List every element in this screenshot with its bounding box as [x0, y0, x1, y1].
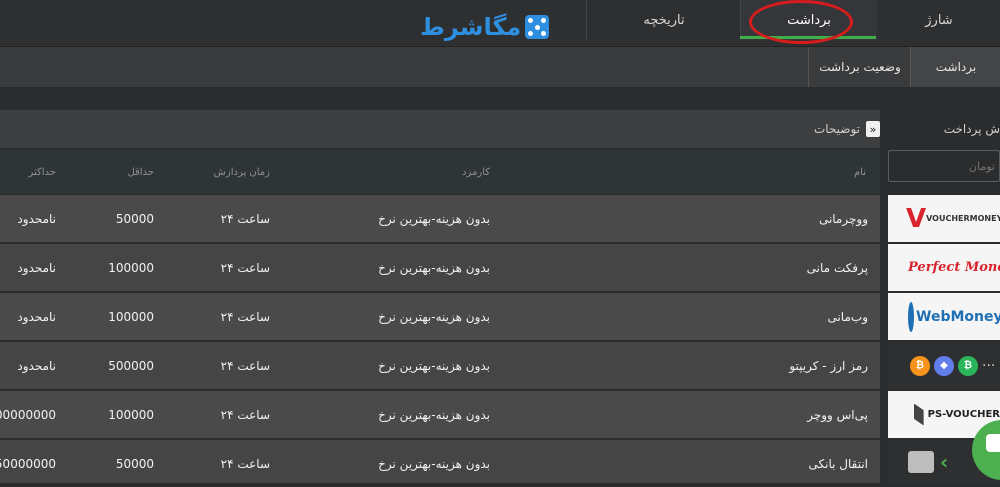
row-max: 50000000	[0, 456, 56, 471]
description-label: توضیحات	[813, 122, 860, 136]
dice-icon	[525, 15, 550, 39]
globe-icon	[908, 301, 914, 332]
row-max: نامحدود	[17, 309, 56, 324]
header-min: حداقل	[127, 166, 154, 178]
row-max: نامحدود	[17, 260, 56, 275]
header-max: حداکثر	[28, 166, 56, 178]
row-time: ۲۴ ساعت	[220, 407, 270, 422]
brand-perfectmoney: Perfect Money	[908, 260, 1000, 275]
row-min: 100000	[108, 260, 154, 275]
logo-text: مگاشرط	[420, 13, 522, 41]
row-fee: بدون هزینه-بهترین نرخ	[378, 309, 490, 324]
payment-method-label: ش پرداخت	[943, 122, 1000, 136]
table-row[interactable]: وب‌مانی بدون هزینه-بهترین نرخ ۲۴ ساعت 10…	[0, 293, 880, 342]
row-name: انتقال بانکی	[808, 456, 868, 471]
row-fee: بدون هزینه-بهترین نرخ	[378, 211, 490, 226]
row-fee: بدون هزینه-بهترین نرخ	[378, 407, 490, 422]
header-fee: کارمزد	[462, 166, 490, 178]
description-bar	[0, 110, 880, 148]
row-fee: بدون هزینه-بهترین نرخ	[378, 456, 490, 471]
bitcoin-cash-icon: ₿	[958, 355, 978, 376]
chevron-left-icon: ‹	[940, 449, 949, 474]
header-time: زمان پردازش	[213, 166, 270, 178]
row-name: پرفکت مانی	[806, 260, 868, 275]
voucher-v-icon: V	[906, 203, 927, 234]
row-time: ۲۴ ساعت	[220, 211, 270, 226]
tab-charge[interactable]: شارژ	[876, 0, 1000, 40]
row-time: ۲۴ ساعت	[220, 456, 270, 471]
subtab-withdraw[interactable]: برداشت	[910, 47, 1000, 87]
row-max: 200000000	[0, 407, 56, 422]
perfectmoney-logo[interactable]: Perfect Money	[888, 244, 1000, 293]
vouchermoney-logo[interactable]: V VOUCHERMONEY	[888, 195, 1000, 244]
bitcoin-icon: ₿	[910, 355, 930, 376]
ethereum-icon: ◆	[934, 355, 954, 376]
brand-psvoucher: PS-VOUCHER	[927, 409, 1000, 420]
double-chevron-right-icon[interactable]: »	[866, 121, 880, 137]
row-min: 100000	[108, 407, 154, 422]
amount-input[interactable]	[888, 150, 1000, 182]
row-time: ۲۴ ساعت	[220, 260, 270, 275]
row-min: 50000	[115, 211, 154, 226]
row-max: نامحدود	[17, 211, 56, 226]
chat-icon	[986, 434, 1000, 452]
row-min: 500000	[108, 358, 154, 373]
site-logo[interactable]: مگاشرط	[420, 10, 580, 44]
row-name: رمز ارز - کریپتو	[789, 358, 868, 373]
brand-vouchermoney: VOUCHERMONEY	[926, 214, 1000, 223]
row-name: ووچرمانی	[818, 211, 868, 226]
table-row[interactable]: انتقال بانکی بدون هزینه-بهترین نرخ ۲۴ سا…	[0, 440, 880, 485]
row-min: 50000	[115, 456, 154, 471]
crypto-logos[interactable]: ₿ ◆ ₿ ···	[888, 342, 1000, 391]
row-fee: بدون هزینه-بهترین نرخ	[378, 358, 490, 373]
tab-history[interactable]: تاریخچه	[586, 0, 741, 40]
row-time: ۲۴ ساعت	[220, 358, 270, 373]
row-time: ۲۴ ساعت	[220, 309, 270, 324]
row-name: پی‌اس ووچر	[807, 407, 868, 422]
row-name: وب‌مانی	[827, 309, 868, 324]
table-row[interactable]: ووچرمانی بدون هزینه-بهترین نرخ ۲۴ ساعت 5…	[0, 195, 880, 244]
header-name: نام	[853, 166, 866, 178]
webmoney-logo[interactable]: WebMoney	[888, 293, 1000, 342]
highlight-circle	[749, 0, 853, 44]
sub-nav-bar: برداشت وضعیت برداشت	[0, 46, 1000, 87]
table-row[interactable]: رمز ارز - کریپتو بدون هزینه-بهترین نرخ ۲…	[0, 342, 880, 391]
subtab-withdraw-status[interactable]: وضعیت برداشت	[808, 47, 911, 87]
row-fee: بدون هزینه-بهترین نرخ	[378, 260, 490, 275]
wallet-icon	[908, 450, 934, 473]
row-min: 100000	[108, 309, 154, 324]
more-icon: ···	[982, 357, 996, 374]
shield-icon	[914, 403, 924, 426]
description-header: توضیحات »	[780, 110, 880, 148]
row-max: نامحدود	[17, 358, 56, 373]
table-row[interactable]: پرفکت مانی بدون هزینه-بهترین نرخ ۲۴ ساعت…	[0, 244, 880, 293]
brand-webmoney: WebMoney	[916, 308, 1000, 325]
table-row[interactable]: پی‌اس ووچر بدون هزینه-بهترین نرخ ۲۴ ساعت…	[0, 391, 880, 440]
